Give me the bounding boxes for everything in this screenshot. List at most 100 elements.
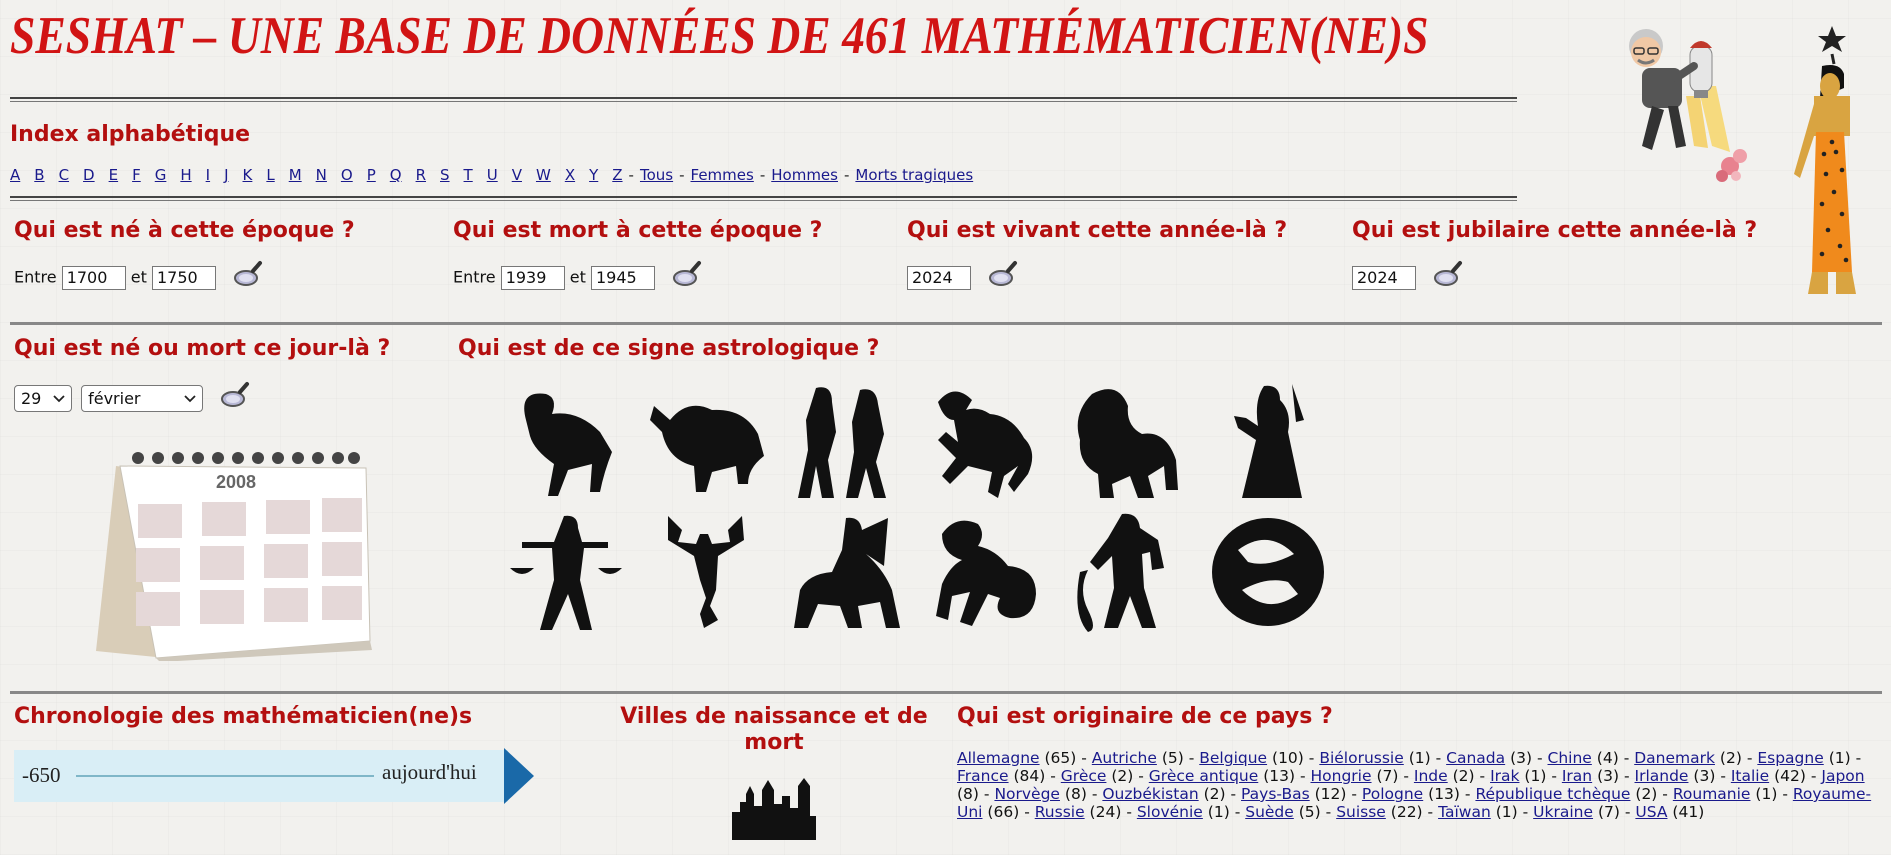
country-count: (41) <box>1672 803 1705 821</box>
letter-l-link[interactable]: L <box>266 166 274 184</box>
letter-c-link[interactable]: C <box>59 166 69 184</box>
letter-v-link[interactable]: V <box>512 166 522 184</box>
died-to-input[interactable]: 1945 <box>591 266 655 290</box>
country-link[interactable]: Allemagne <box>957 749 1040 767</box>
born-to-input[interactable]: 1750 <box>152 266 216 290</box>
section-divider <box>10 691 1882 694</box>
country-link[interactable]: Pays-Bas <box>1241 785 1310 803</box>
letter-d-link[interactable]: D <box>83 166 95 184</box>
letter-r-link[interactable]: R <box>416 166 426 184</box>
desk-calendar-icon[interactable]: 2008 <box>96 436 376 661</box>
country-link[interactable]: Slovénie <box>1137 803 1203 821</box>
letter-z-link[interactable]: Z <box>612 166 622 184</box>
country-link[interactable]: Italie <box>1731 767 1769 785</box>
country-link[interactable]: Canada <box>1446 749 1505 767</box>
letter-e-link[interactable]: E <box>109 166 118 184</box>
jubilee-year-input[interactable]: 2024 <box>1352 266 1416 290</box>
country-link[interactable]: Grèce <box>1061 767 1107 785</box>
gemini-icon[interactable] <box>788 380 908 505</box>
tragic-deaths-link[interactable]: Morts tragiques <box>855 166 973 184</box>
separator: - <box>1746 749 1753 767</box>
country-link[interactable]: Autriche <box>1092 749 1157 767</box>
letter-n-link[interactable]: N <box>316 166 327 184</box>
magnifier-icon[interactable] <box>988 260 1018 288</box>
magnifier-icon[interactable] <box>672 260 702 288</box>
pisces-icon[interactable] <box>1208 510 1328 635</box>
letter-s-link[interactable]: S <box>440 166 450 184</box>
country-link[interactable]: Roumanie <box>1673 785 1751 803</box>
aries-icon[interactable] <box>508 380 628 505</box>
cancer-icon[interactable] <box>928 380 1048 505</box>
country-link[interactable]: Chine <box>1548 749 1592 767</box>
letter-b-link[interactable]: B <box>34 166 44 184</box>
letter-a-link[interactable]: A <box>10 166 20 184</box>
country-link[interactable]: Irlande <box>1635 767 1689 785</box>
letter-j-link[interactable]: J <box>224 166 228 184</box>
country-link[interactable]: Ukraine <box>1533 803 1593 821</box>
country-link[interactable]: République tchèque <box>1475 785 1630 803</box>
calendar-year: 2008 <box>216 472 257 492</box>
country-link[interactable]: Danemark <box>1634 749 1715 767</box>
letter-q-link[interactable]: Q <box>390 166 402 184</box>
sagittarius-icon[interactable] <box>788 510 908 635</box>
letter-m-link[interactable]: M <box>289 166 302 184</box>
letter-u-link[interactable]: U <box>487 166 498 184</box>
letter-w-link[interactable]: W <box>536 166 551 184</box>
countries-heading: Qui est originaire de ce pays ? <box>957 704 1333 729</box>
country-link[interactable]: Irak <box>1490 767 1519 785</box>
virgo-icon[interactable] <box>1208 380 1328 505</box>
country-link[interactable]: USA <box>1635 803 1667 821</box>
arrow-right-icon <box>504 748 534 804</box>
letter-k-link[interactable]: K <box>243 166 253 184</box>
country-link[interactable]: Espagne <box>1757 749 1823 767</box>
country-link[interactable]: Suède <box>1245 803 1294 821</box>
letter-t-link[interactable]: T <box>464 166 473 184</box>
born-from-input[interactable]: 1700 <box>61 266 126 290</box>
country-link[interactable]: Japon <box>1821 767 1864 785</box>
taurus-icon[interactable] <box>648 380 768 505</box>
letter-g-link[interactable]: G <box>155 166 167 184</box>
country-link[interactable]: France <box>957 767 1009 785</box>
men-link[interactable]: Hommes <box>771 166 838 184</box>
country-count: (42) <box>1774 767 1806 785</box>
letter-x-link[interactable]: X <box>565 166 575 184</box>
day-select[interactable]: 29 <box>14 385 72 412</box>
country-link[interactable]: Inde <box>1414 767 1448 785</box>
libra-icon[interactable] <box>508 510 628 635</box>
leo-icon[interactable] <box>1068 380 1188 505</box>
country-link[interactable]: Hongrie <box>1311 767 1372 785</box>
country-link[interactable]: Pologne <box>1362 785 1423 803</box>
letter-f-link[interactable]: F <box>132 166 141 184</box>
separator: - <box>1308 749 1315 767</box>
timeline-banner[interactable]: -650 aujourd'hui <box>14 746 536 806</box>
died-from-input[interactable]: 1939 <box>500 266 565 290</box>
aquarius-icon[interactable] <box>1068 510 1188 635</box>
country-link[interactable]: Biélorussie <box>1319 749 1403 767</box>
country-link[interactable]: Russie <box>1035 803 1085 821</box>
country-link[interactable]: Norvège <box>994 785 1060 803</box>
letter-p-link[interactable]: P <box>367 166 376 184</box>
separator: - <box>1720 767 1726 785</box>
country-link[interactable]: Ouzbékistan <box>1102 785 1198 803</box>
country-link[interactable]: Suisse <box>1336 803 1386 821</box>
magnifier-icon[interactable] <box>1433 260 1463 288</box>
and-label: et <box>130 267 147 287</box>
letter-h-link[interactable]: H <box>180 166 191 184</box>
magnifier-icon[interactable] <box>233 260 263 288</box>
separator: - <box>1623 767 1630 785</box>
country-link[interactable]: Taïwan <box>1438 803 1491 821</box>
alive-year-input[interactable]: 2024 <box>907 266 971 290</box>
magnifier-icon[interactable] <box>220 381 250 409</box>
letter-o-link[interactable]: O <box>341 166 353 184</box>
women-link[interactable]: Femmes <box>691 166 754 184</box>
country-link[interactable]: Iran <box>1562 767 1592 785</box>
all-link[interactable]: Tous <box>640 166 673 184</box>
letter-i-link[interactable]: I <box>206 166 210 184</box>
country-link[interactable]: Belgique <box>1199 749 1267 767</box>
capricorn-icon[interactable] <box>928 510 1048 635</box>
month-select[interactable]: février <box>81 385 204 412</box>
city-skyline-icon[interactable] <box>732 776 816 840</box>
scorpio-icon[interactable] <box>648 510 768 635</box>
country-link[interactable]: Grèce antique <box>1149 767 1258 785</box>
letter-y-link[interactable]: Y <box>589 166 598 184</box>
